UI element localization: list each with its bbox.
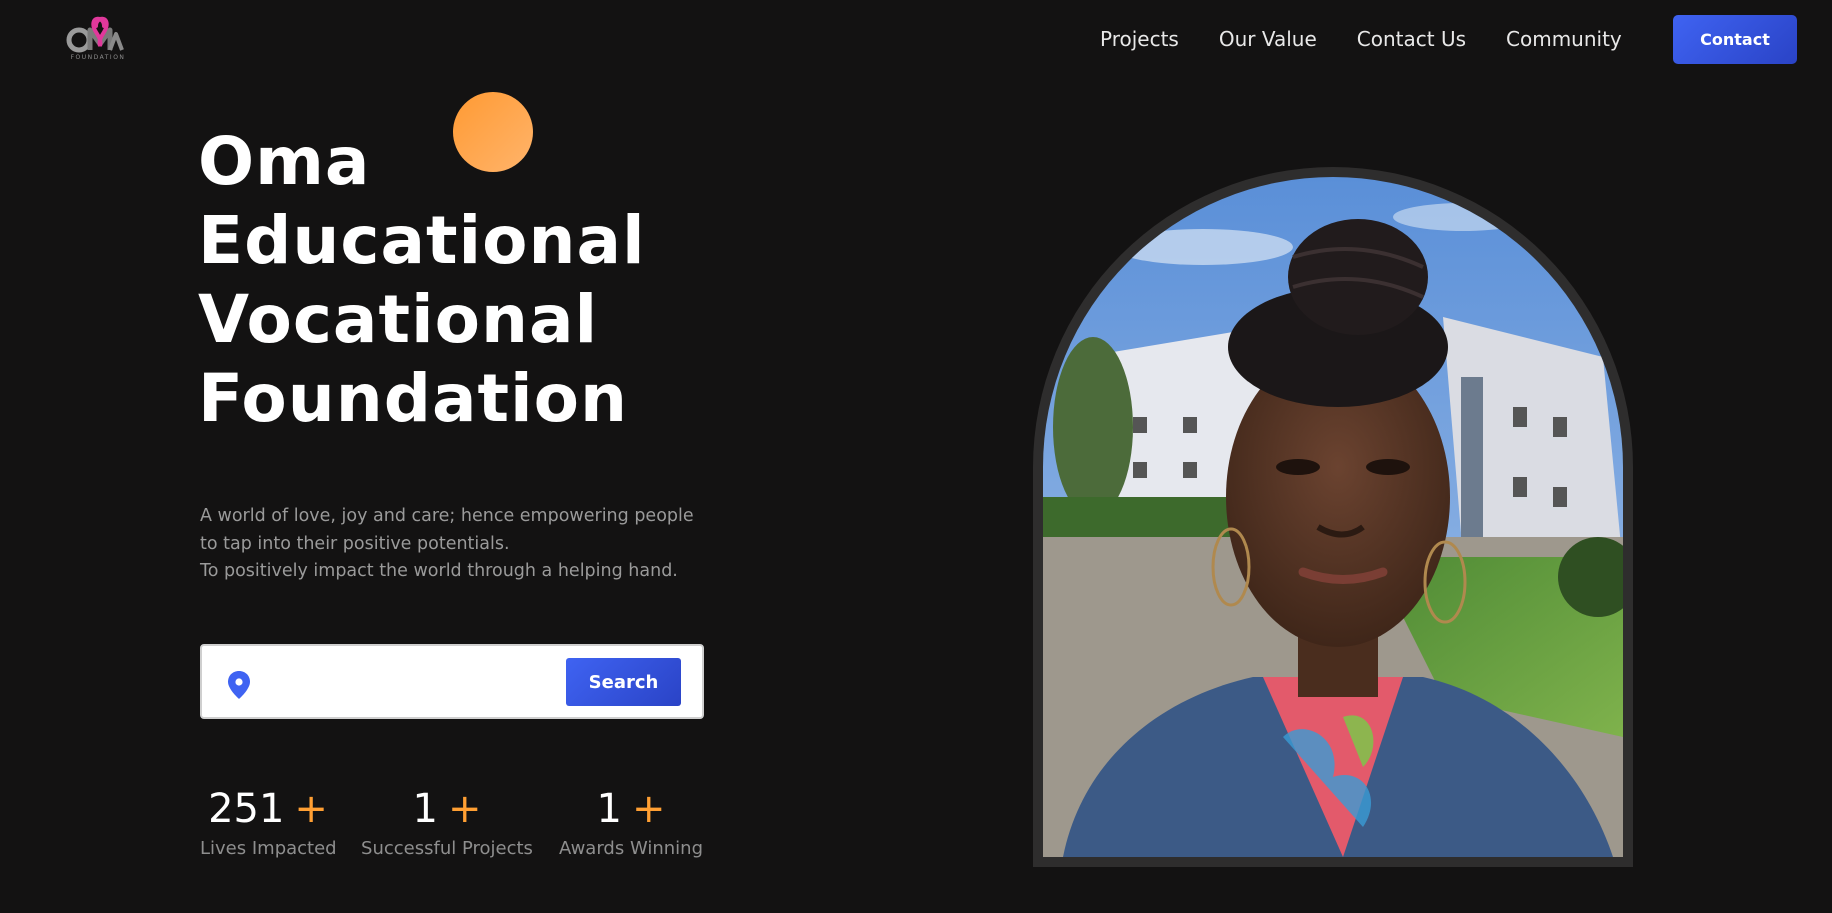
stat-value: 251 [208, 786, 285, 832]
hero-title-line: Vocational [198, 281, 599, 358]
tagline-line: To positively impact the world through a… [200, 561, 678, 581]
location-search-input[interactable] [268, 664, 562, 702]
stat-value: 1 [412, 786, 438, 832]
nav-link-community[interactable]: Community [1506, 27, 1622, 51]
hero-title-line: Oma [198, 123, 371, 200]
stat-plus: + [631, 786, 666, 832]
logo-subtitle: FOUNDATION [70, 54, 126, 61]
nav-link-our-value[interactable]: Our Value [1219, 27, 1317, 51]
nav-link-projects[interactable]: Projects [1100, 27, 1179, 51]
logo[interactable]: FOUNDATION [66, 16, 130, 64]
portrait-arch-frame [1033, 167, 1633, 867]
stat-plus: + [447, 786, 482, 832]
stat-successful-projects: 1 + Successful Projects [361, 784, 533, 859]
nav-link-contact-us[interactable]: Contact Us [1357, 27, 1466, 51]
location-search-box: Search [200, 644, 704, 719]
tagline-line: to tap into their positive potentials. [200, 533, 510, 554]
hero-tagline: A world of love, joy and care; hence emp… [200, 503, 720, 586]
hero-title-line: Foundation [198, 360, 629, 437]
stat-plus: + [294, 786, 328, 832]
stat-label: Awards Winning [559, 838, 703, 859]
hero-title-line: Educational [198, 202, 646, 279]
location-pin-icon [228, 671, 250, 699]
search-button[interactable]: Search [566, 658, 681, 706]
stat-label: Lives Impacted [200, 838, 337, 859]
stat-label: Successful Projects [361, 838, 533, 859]
stat-value: 1 [596, 786, 622, 832]
stat-awards-winning: 1 + Awards Winning [558, 784, 704, 859]
oma-foundation-logo-icon [66, 16, 124, 53]
stat-lives-impacted: 251 + Lives Impacted [200, 784, 337, 859]
contact-button[interactable]: Contact [1673, 15, 1797, 64]
tagline-line: A world of love, joy and care; hence emp… [200, 506, 694, 526]
main-nav: Projects Our Value Contact Us Community [1100, 15, 1662, 63]
portrait-photo [1043, 177, 1623, 857]
hero-title: Oma Educational Vocational Foundation [198, 122, 646, 438]
